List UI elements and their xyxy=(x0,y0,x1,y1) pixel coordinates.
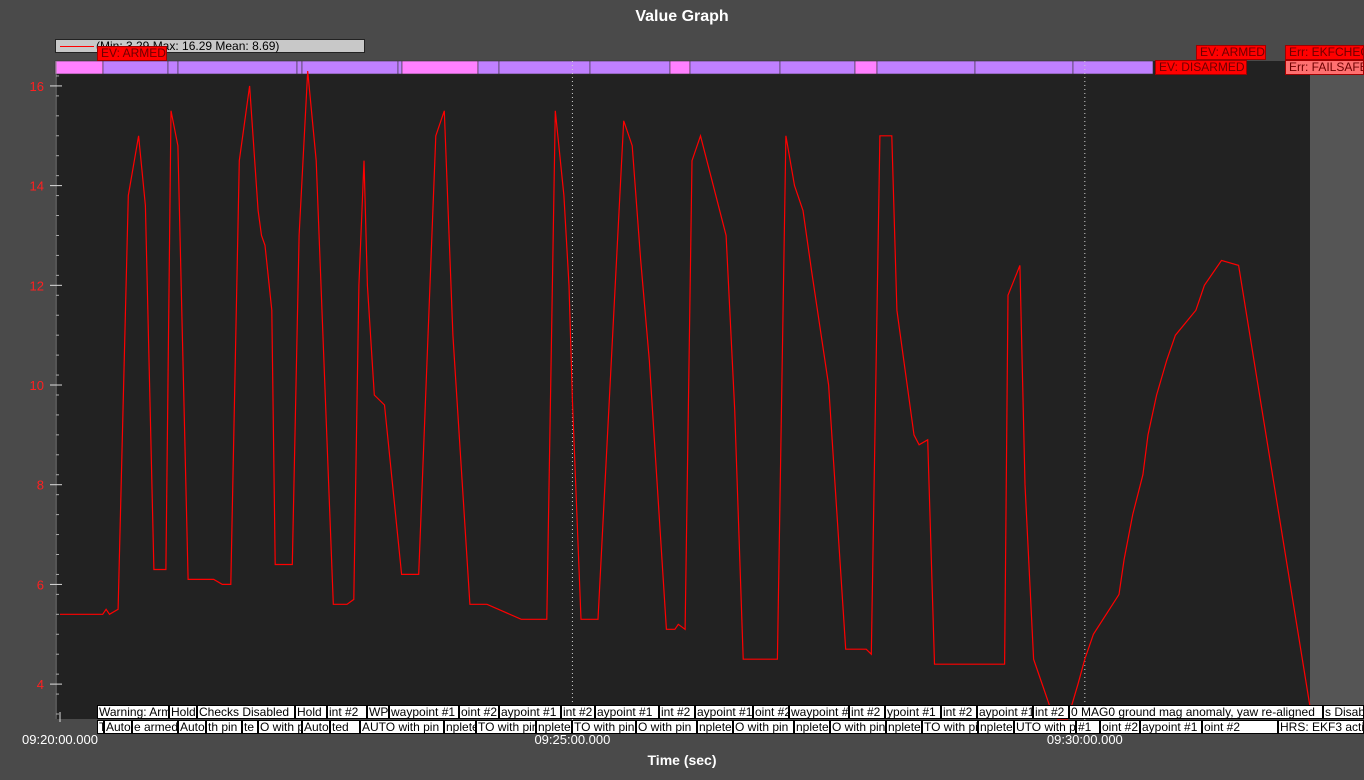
y-tick-label: 8 xyxy=(37,478,44,493)
y-tick-label: 4 xyxy=(37,677,44,692)
message-label[interactable]: Hold xyxy=(169,705,197,719)
mode-band-segment xyxy=(1072,60,1154,75)
message-label[interactable]: TO with pin xyxy=(476,720,536,734)
mode-band-segment xyxy=(779,60,856,75)
message-label[interactable]: Hold xyxy=(295,705,327,719)
message-label[interactable]: aypoint #1 xyxy=(1140,720,1202,734)
message-label[interactable]: aypoint #1 xyxy=(595,705,659,719)
mode-band-segment xyxy=(397,60,403,75)
event-err-failsafe[interactable]: Err: FAILSAFE xyxy=(1285,60,1364,75)
mode-band-segment xyxy=(401,60,479,75)
mode-band-segment xyxy=(477,60,500,75)
event-armed-1[interactable]: EV: ARMED xyxy=(97,46,167,61)
message-label[interactable]: O with pin xyxy=(636,720,697,734)
message-label[interactable]: int #2 xyxy=(1033,705,1069,719)
message-label[interactable]: WP xyxy=(367,705,389,719)
message-label[interactable]: UTO with pin xyxy=(1014,720,1076,734)
message-label[interactable]: ypoint #1 xyxy=(885,705,941,719)
message-label[interactable]: waypoint #1 xyxy=(789,705,849,719)
message-label[interactable]: HRS: EKF3 acti xyxy=(1278,720,1364,734)
mode-band-segment xyxy=(167,60,179,75)
message-label[interactable]: oint #2 xyxy=(1100,720,1140,734)
plot-area xyxy=(55,61,1310,719)
mode-band-segment xyxy=(498,60,591,75)
y-tick-label: 10 xyxy=(30,378,44,393)
message-label[interactable]: TO with pin xyxy=(572,720,636,734)
message-label[interactable]: O with pin xyxy=(733,720,794,734)
y-tick-label: 16 xyxy=(30,79,44,94)
message-row-2: T Auto e armed Auto th pin te O with p A… xyxy=(97,720,1364,734)
mode-band-segment xyxy=(301,60,399,75)
mode-band-segment xyxy=(669,60,691,75)
right-margin-panel xyxy=(1310,61,1364,719)
message-label[interactable]: nplete xyxy=(978,720,1014,734)
flight-mode-band xyxy=(54,60,1154,75)
message-label[interactable]: nplete xyxy=(444,720,476,734)
message-label[interactable]: nplete xyxy=(697,720,733,734)
y-tick-label: 6 xyxy=(37,577,44,592)
message-label[interactable]: int #2 xyxy=(941,705,977,719)
message-label[interactable]: TO with pin xyxy=(922,720,978,734)
message-label[interactable]: Warning: Arm xyxy=(97,705,169,719)
message-label[interactable]: oint #2 xyxy=(753,705,789,719)
message-label[interactable]: #1 xyxy=(1076,720,1100,734)
legend-line-swatch xyxy=(60,46,94,47)
event-err-ekfcheck[interactable]: Err: EKFCHECK xyxy=(1285,45,1364,60)
message-label[interactable]: int #2 xyxy=(849,705,885,719)
mode-band-segment xyxy=(296,60,303,75)
message-label[interactable]: O with pin xyxy=(830,720,886,734)
message-label[interactable]: te xyxy=(242,720,258,734)
message-label[interactable]: nplete xyxy=(886,720,922,734)
mode-band-segment xyxy=(54,60,104,75)
y-tick-label: 12 xyxy=(30,278,44,293)
message-label[interactable]: AUTO with pin xyxy=(360,720,444,734)
message-label[interactable]: th pin xyxy=(206,720,242,734)
message-row-1: Warning: Arm Hold Checks Disabled Hold i… xyxy=(97,705,1364,719)
event-armed-2[interactable]: EV: ARMED xyxy=(1196,45,1266,60)
x-tick-label: 09:30:00.000 xyxy=(1047,732,1123,747)
mode-band-segment xyxy=(854,60,878,75)
message-label[interactable]: s Disabl xyxy=(1323,705,1364,719)
message-label[interactable]: O with p xyxy=(258,720,302,734)
message-label[interactable]: Checks Disabled xyxy=(197,705,295,719)
message-label[interactable]: int #2 xyxy=(561,705,595,719)
message-label[interactable]: oint #2 xyxy=(459,705,499,719)
message-label[interactable]: aypoint #1 xyxy=(695,705,753,719)
mode-band-segment xyxy=(177,60,298,75)
mode-band-segment xyxy=(102,60,169,75)
mode-band-segment xyxy=(876,60,976,75)
message-label[interactable]: T xyxy=(97,720,104,734)
message-label[interactable]: ted xyxy=(330,720,360,734)
message-label[interactable]: waypoint #1 xyxy=(389,705,459,719)
message-label[interactable]: Auto xyxy=(302,720,330,734)
event-disarmed[interactable]: EV: DISARMED xyxy=(1155,60,1247,75)
chart-canvas[interactable]: 4 6 8 10 12 14 16 09:20:00.000 09:25:00.000 09:3… xyxy=(0,0,1364,780)
message-label[interactable]: Auto xyxy=(104,720,132,734)
message-label[interactable]: 0 MAG0 ground mag anomaly, yaw re-aligne… xyxy=(1069,705,1323,719)
x-tick-label: 09:20:00.000 xyxy=(22,732,98,747)
message-label[interactable]: aypoint #1 xyxy=(977,705,1033,719)
mode-band-segment xyxy=(589,60,671,75)
message-label[interactable]: nplete xyxy=(794,720,830,734)
message-label[interactable]: nplete xyxy=(536,720,572,734)
message-label[interactable]: aypoint #1 xyxy=(499,705,561,719)
x-axis-title: Time (sec) xyxy=(647,752,717,768)
y-tick-label: 14 xyxy=(30,179,44,194)
x-tick-label: 09:25:00.000 xyxy=(534,732,610,747)
message-label[interactable]: Auto xyxy=(178,720,206,734)
message-label[interactable]: int #2 xyxy=(659,705,695,719)
mode-band-segment xyxy=(974,60,1074,75)
message-label[interactable]: e armed xyxy=(132,720,178,734)
message-label[interactable]: oint #2 xyxy=(1202,720,1278,734)
mode-band-segment xyxy=(689,60,781,75)
message-label[interactable]: int #2 xyxy=(327,705,367,719)
